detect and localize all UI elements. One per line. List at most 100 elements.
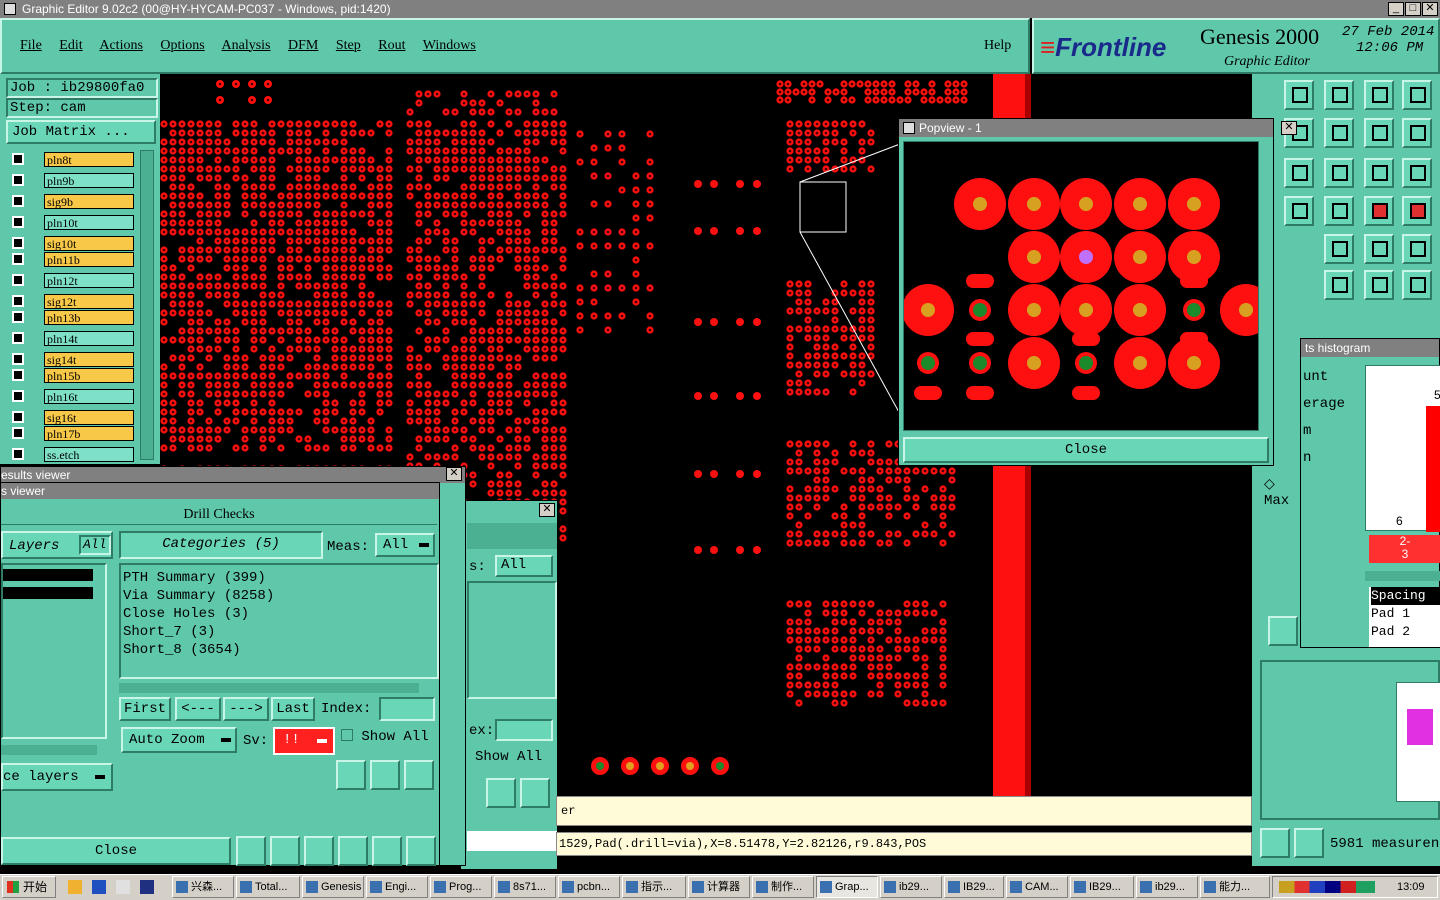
- layer-checkbox[interactable]: [12, 253, 24, 265]
- ref-icon-lower[interactable]: [1294, 828, 1324, 858]
- tool-button-2-0[interactable]: [1284, 158, 1314, 188]
- layer-name[interactable]: pln10t: [44, 215, 134, 230]
- taskbar-item-0[interactable]: 兴森...: [172, 876, 234, 898]
- taskbar-item-2[interactable]: Genesis: [302, 876, 364, 898]
- tool-button-1-3[interactable]: [1402, 118, 1432, 148]
- ref-icon[interactable]: [370, 760, 400, 790]
- layer-row-pln15b[interactable]: pln15b: [8, 366, 134, 385]
- taskbar-item-1[interactable]: Total...: [236, 876, 300, 898]
- category-item-4[interactable]: Short_8 (3654): [123, 641, 435, 659]
- first-button[interactable]: First: [119, 697, 171, 721]
- layer-checkbox[interactable]: [12, 311, 24, 323]
- layers-tab[interactable]: Layers All: [1, 531, 113, 559]
- taskbar-item-6[interactable]: pcbn...: [558, 876, 620, 898]
- quicklaunch-icon-0[interactable]: [68, 880, 82, 894]
- menu-analysis[interactable]: Analysis: [222, 38, 271, 53]
- layer-name[interactable]: pln16t: [44, 389, 134, 404]
- layer-checkbox[interactable]: [12, 427, 24, 439]
- layer-name[interactable]: pln13b: [44, 310, 134, 325]
- layer-scrollbar[interactable]: [140, 150, 154, 460]
- sv-select[interactable]: !!: [273, 727, 335, 755]
- taskbar-item-15[interactable]: ib29...: [1136, 876, 1198, 898]
- ref-layers-select[interactable]: ce layers: [1, 763, 113, 791]
- prev-button[interactable]: <---: [175, 697, 221, 721]
- tool-button-3-2[interactable]: [1364, 196, 1394, 226]
- last-button[interactable]: Last: [271, 697, 315, 721]
- layer-name[interactable]: pln8t: [44, 152, 134, 167]
- taskbar-item-5[interactable]: 8s71...: [494, 876, 556, 898]
- tool-button-2-2[interactable]: [1364, 158, 1394, 188]
- layer-row-pln13b[interactable]: pln13b: [8, 308, 134, 327]
- layer-row-pln8t[interactable]: pln8t: [8, 150, 134, 169]
- results-back-close[interactable]: ✕: [446, 467, 462, 481]
- tool-button-5-1[interactable]: [1324, 270, 1354, 300]
- layer-checkbox[interactable]: [12, 353, 24, 365]
- layer-checkbox[interactable]: [12, 295, 24, 307]
- index-input[interactable]: [379, 697, 435, 721]
- job-matrix-button[interactable]: Job Matrix ...: [6, 120, 156, 144]
- menu-file[interactable]: File: [20, 38, 42, 53]
- layer-checkbox[interactable]: [12, 274, 24, 286]
- action-icon-5[interactable]: [406, 836, 436, 866]
- category-item-1[interactable]: Via Summary (8258): [123, 587, 435, 605]
- tool-button-0-1[interactable]: [1324, 80, 1354, 110]
- tool-button-4-1[interactable]: [1324, 234, 1354, 264]
- tool-button-4-2[interactable]: [1364, 234, 1394, 264]
- layer-name[interactable]: sig12t: [44, 294, 134, 309]
- layer-name[interactable]: sig16t: [44, 410, 134, 425]
- tool-button-0-3[interactable]: [1402, 80, 1432, 110]
- tool-button-3-3[interactable]: [1402, 196, 1432, 226]
- undo-icon[interactable]: [404, 760, 434, 790]
- quicklaunch-icon-1[interactable]: [92, 880, 106, 894]
- layer-checkbox[interactable]: [12, 411, 24, 423]
- quicklaunch-icon-3[interactable]: [140, 880, 154, 894]
- layer-row-pln11b[interactable]: pln11b: [8, 250, 134, 269]
- results-close-button[interactable]: Close: [1, 837, 231, 865]
- menu-windows[interactable]: Windows: [423, 38, 476, 53]
- popview-canvas[interactable]: [903, 141, 1259, 431]
- popview-close-button[interactable]: Close: [903, 437, 1269, 463]
- menu-step[interactable]: Step: [336, 38, 361, 53]
- undo-icon[interactable]: [520, 778, 550, 808]
- tool-button-3-0[interactable]: [1284, 196, 1314, 226]
- layer-row-sig9b[interactable]: sig9b: [8, 192, 134, 211]
- layer-checkbox[interactable]: [12, 237, 24, 249]
- layer-checkbox[interactable]: [12, 174, 24, 186]
- menu-actions[interactable]: Actions: [99, 38, 143, 53]
- action-icon-1[interactable]: [270, 836, 300, 866]
- taskbar-item-16[interactable]: 能力...: [1200, 876, 1270, 898]
- taskbar-item-4[interactable]: Prog...: [430, 876, 492, 898]
- taskbar-item-14[interactable]: IB29...: [1070, 876, 1134, 898]
- layer-name[interactable]: ss.etch: [44, 447, 134, 462]
- layer-checkbox[interactable]: [12, 390, 24, 402]
- popview-x-button[interactable]: ✕: [1281, 121, 1297, 135]
- max-radio[interactable]: ◇ Max: [1264, 476, 1304, 509]
- tool-button-0-0[interactable]: [1284, 80, 1314, 110]
- next-button[interactable]: --->: [223, 697, 269, 721]
- action-icon-4[interactable]: [372, 836, 402, 866]
- maximize-button[interactable]: □: [1405, 2, 1421, 16]
- taskbar-item-9[interactable]: 制作...: [752, 876, 814, 898]
- action-icon-3[interactable]: [338, 836, 368, 866]
- middle-show-all[interactable]: Show All: [475, 749, 542, 765]
- middle-s-select[interactable]: All: [495, 555, 553, 577]
- show-all-checkbox[interactable]: Show All: [341, 729, 429, 745]
- category-item-2[interactable]: Close Holes (3): [123, 605, 435, 623]
- tool-button-1-1[interactable]: [1324, 118, 1354, 148]
- layer-name[interactable]: sig14t: [44, 352, 134, 367]
- menu-help[interactable]: Help: [984, 38, 1011, 54]
- layer-name[interactable]: pln15b: [44, 368, 134, 383]
- layer-row-pln10t[interactable]: pln10t: [8, 213, 134, 232]
- quicklaunch-icon-2[interactable]: [116, 880, 130, 894]
- layer-checkbox[interactable]: [12, 216, 24, 228]
- taskbar-item-11[interactable]: ib29...: [880, 876, 942, 898]
- layer-row-pln17b[interactable]: pln17b: [8, 424, 134, 443]
- taskbar-item-3[interactable]: Engi...: [366, 876, 428, 898]
- layer-row-pln16t[interactable]: pln16t: [8, 387, 134, 406]
- layer-name[interactable]: pln17b: [44, 426, 134, 441]
- taskbar-item-12[interactable]: IB29...: [944, 876, 1004, 898]
- layer-name[interactable]: sig10t: [44, 236, 134, 251]
- layer-row-pln9b[interactable]: pln9b: [8, 171, 134, 190]
- taskbar-item-10[interactable]: Grap...: [816, 876, 878, 898]
- layer-name[interactable]: pln12t: [44, 273, 134, 288]
